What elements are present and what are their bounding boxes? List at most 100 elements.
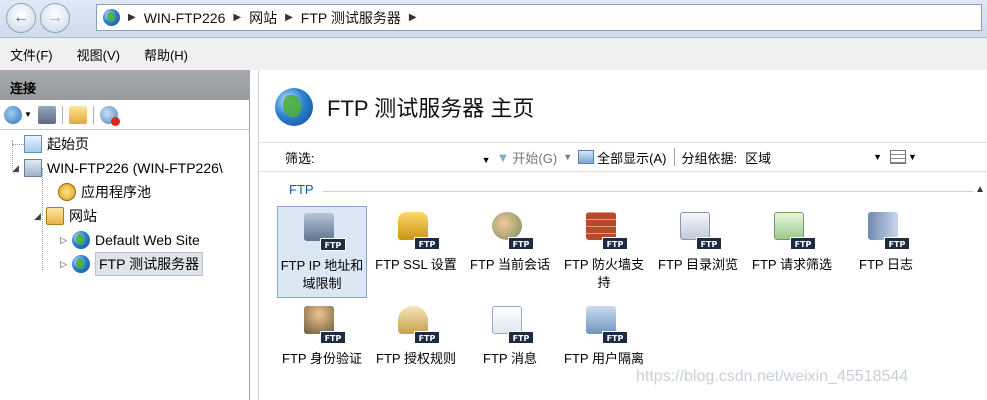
tree-item-label: WIN-FTP226 (WIN-FTP226\ bbox=[47, 160, 223, 176]
feature-ftp-authentication[interactable]: FTP FTP 身份验证 bbox=[277, 300, 367, 392]
breadcrumb[interactable]: ▶ WIN-FTP226 ▶ 网站 ▶ FTP 测试服务器 ▶ bbox=[96, 4, 982, 31]
connections-toolbar: ▼ bbox=[0, 100, 249, 130]
feature-ftp-current-sessions[interactable]: FTP FTP 当前会话 bbox=[465, 206, 555, 298]
tree-item-label: 网站 bbox=[69, 208, 97, 224]
address-bar: ← → ▶ WIN-FTP226 ▶ 网站 ▶ FTP 测试服务器 ▶ bbox=[0, 0, 987, 38]
breadcrumb-server[interactable]: WIN-FTP226 bbox=[144, 10, 226, 26]
tree-item-ftp-server[interactable]: ▷ FTP 测试服务器 bbox=[60, 252, 204, 276]
section-divider bbox=[323, 191, 973, 192]
breadcrumb-sites[interactable]: 网站 bbox=[249, 8, 277, 28]
connections-panel: 连接 ▼ 起始页 ◢ WIN-FTP226 (WIN-FTP226\ 应用程序池… bbox=[0, 70, 250, 400]
ftp-badge: FTP bbox=[508, 237, 534, 250]
disconnect-icon[interactable] bbox=[99, 105, 120, 126]
menu-view[interactable]: 视图(V) bbox=[77, 45, 120, 64]
sessions-icon bbox=[492, 212, 522, 240]
show-all-icon bbox=[578, 150, 595, 164]
feature-label: FTP 用户隔离 bbox=[564, 351, 644, 366]
tree-item-label: 起始页 bbox=[47, 136, 89, 152]
feature-ftp-ip-restrictions[interactable]: FTP FTP IP 地址和域限制 bbox=[277, 206, 367, 298]
up-folder-icon[interactable] bbox=[68, 105, 87, 124]
feature-label: FTP 授权规则 bbox=[376, 351, 456, 366]
request-filtering-icon bbox=[774, 212, 804, 240]
feature-ftp-messages[interactable]: FTP FTP 消息 bbox=[465, 300, 555, 392]
ftp-badge: FTP bbox=[320, 238, 346, 251]
expanded-arrow-icon[interactable]: ◢ bbox=[12, 163, 22, 174]
logging-icon bbox=[868, 212, 898, 240]
show-all-label: 全部显示(A) bbox=[597, 150, 667, 166]
feature-label: FTP 消息 bbox=[483, 351, 537, 366]
menu-help[interactable]: 帮助(H) bbox=[144, 45, 188, 64]
page-title: FTP 测试服务器 主页 bbox=[327, 96, 535, 121]
view-mode-icon[interactable] bbox=[890, 150, 907, 164]
expanded-arrow-icon[interactable]: ◢ bbox=[34, 211, 44, 222]
feature-ftp-ssl-settings[interactable]: FTP FTP SSL 设置 bbox=[371, 206, 461, 298]
start-filter-button[interactable]: ▼ 开始(G) bbox=[497, 148, 558, 167]
back-button[interactable]: ← bbox=[6, 3, 36, 33]
server-icon bbox=[24, 159, 42, 177]
collapsed-arrow-icon[interactable]: ▷ bbox=[60, 259, 70, 270]
feature-ftp-request-filtering[interactable]: FTP FTP 请求筛选 bbox=[747, 206, 837, 298]
chevron-down-icon[interactable]: ▼ bbox=[563, 152, 572, 162]
tree-item-label: FTP 测试服务器 bbox=[95, 252, 204, 276]
ftp-badge: FTP bbox=[602, 331, 628, 344]
chevron-down-icon[interactable]: ▼ bbox=[908, 152, 917, 162]
toolbar-divider bbox=[674, 148, 676, 166]
tree-item-label: 应用程序池 bbox=[81, 184, 151, 200]
menu-file[interactable]: 文件(F) bbox=[10, 45, 53, 64]
ftp-badge: FTP bbox=[508, 331, 534, 344]
app-pool-icon bbox=[58, 183, 76, 201]
filter-label: 筛选: bbox=[285, 150, 315, 166]
scroll-up-icon[interactable]: ▲ bbox=[975, 184, 985, 195]
ftp-badge: FTP bbox=[602, 237, 628, 250]
ssl-lock-icon bbox=[398, 212, 428, 240]
ftp-badge: FTP bbox=[320, 331, 346, 344]
feature-label: FTP 当前会话 bbox=[470, 257, 550, 272]
forward-button[interactable]: → bbox=[40, 3, 70, 33]
main-panel: FTP 测试服务器 主页 筛选: ▼ ▼ 开始(G) ▼ 全部显示(A) 分组依… bbox=[258, 70, 987, 400]
chevron-down-icon[interactable]: ▼ bbox=[482, 155, 491, 165]
tree-item-start-page[interactable]: 起始页 bbox=[24, 132, 89, 156]
chevron-right-icon: ▶ bbox=[233, 12, 242, 23]
feature-ftp-authorization-rules[interactable]: FTP FTP 授权规则 bbox=[371, 300, 461, 392]
tree-item-server[interactable]: ◢ WIN-FTP226 (WIN-FTP226\ bbox=[12, 156, 223, 180]
feature-ftp-firewall-support[interactable]: FTP FTP 防火墙支持 bbox=[559, 206, 649, 298]
page-header: FTP 测试服务器 主页 bbox=[275, 88, 534, 126]
group-by-label: 分组依据: bbox=[681, 150, 738, 166]
globe-icon bbox=[72, 255, 90, 273]
chevron-down-icon[interactable]: ▼ bbox=[24, 110, 32, 119]
feature-ftp-logging[interactable]: FTP FTP 日志 bbox=[841, 206, 931, 298]
show-all-button[interactable]: 全部显示(A) bbox=[578, 148, 666, 167]
tree-item-default-web-site[interactable]: ▷ Default Web Site bbox=[60, 228, 200, 252]
globe-icon bbox=[275, 88, 313, 126]
ftp-badge: FTP bbox=[696, 237, 722, 250]
feature-label: FTP 日志 bbox=[859, 257, 913, 272]
start-page-icon bbox=[24, 135, 42, 153]
save-icon[interactable] bbox=[37, 105, 56, 124]
filter-input[interactable] bbox=[317, 146, 492, 168]
collapsed-arrow-icon[interactable]: ▷ bbox=[60, 235, 70, 246]
breadcrumb-ftp-server[interactable]: FTP 测试服务器 bbox=[301, 8, 401, 28]
feature-label: FTP 目录浏览 bbox=[658, 257, 738, 272]
ftp-badge: FTP bbox=[414, 237, 440, 250]
start-filter-label: 开始(G) bbox=[512, 150, 558, 166]
feature-ftp-directory-browsing[interactable]: FTP FTP 目录浏览 bbox=[653, 206, 743, 298]
firewall-icon bbox=[586, 212, 616, 240]
authentication-icon bbox=[304, 306, 334, 334]
globe-icon bbox=[72, 231, 90, 249]
section-label: FTP bbox=[289, 182, 314, 197]
tree-item-app-pools[interactable]: 应用程序池 bbox=[58, 180, 151, 204]
group-by-select[interactable]: 区域 bbox=[741, 146, 881, 168]
ftp-badge: FTP bbox=[414, 331, 440, 344]
authorization-icon bbox=[398, 306, 428, 334]
menu-bar: 文件(F) 视图(V) 帮助(H) bbox=[0, 38, 987, 70]
connect-icon[interactable] bbox=[4, 105, 22, 124]
toolbar-divider bbox=[92, 105, 94, 124]
feature-label: FTP 防火墙支持 bbox=[564, 257, 644, 290]
chevron-right-icon: ▶ bbox=[285, 12, 293, 23]
messages-icon bbox=[492, 306, 522, 334]
forward-arrow-icon: → bbox=[47, 9, 63, 26]
toolbar-divider bbox=[61, 105, 63, 124]
chevron-right-icon: ▶ bbox=[128, 12, 136, 23]
chevron-right-icon[interactable]: ▶ bbox=[409, 12, 417, 23]
tree-item-sites[interactable]: ◢ 网站 bbox=[34, 204, 97, 228]
